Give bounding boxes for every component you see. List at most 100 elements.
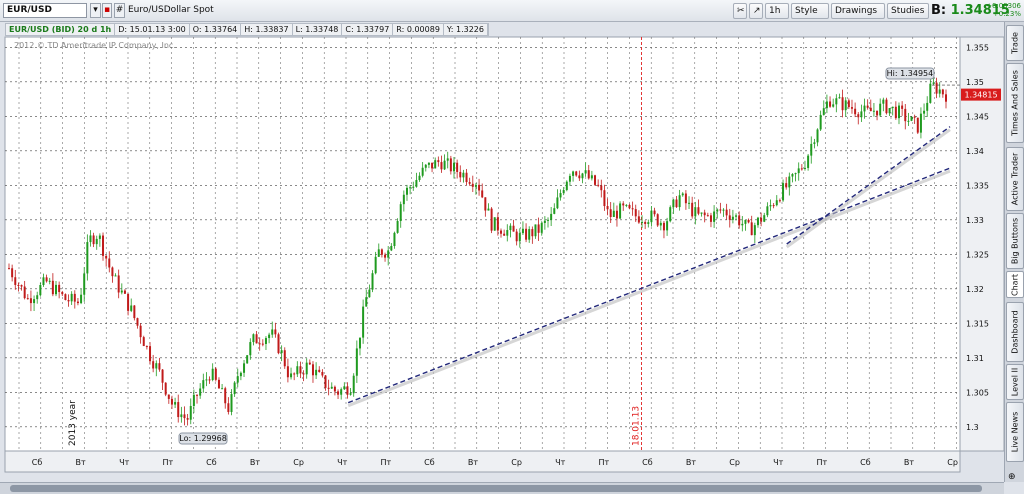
candle-body xyxy=(722,209,725,211)
studies-button[interactable]: Studies xyxy=(887,3,929,19)
drawings-button[interactable]: Drawings xyxy=(831,3,885,19)
candle-body xyxy=(402,194,405,205)
candle-body xyxy=(766,206,769,216)
candle-body xyxy=(543,220,546,223)
candle-body xyxy=(239,372,242,377)
candle-body xyxy=(719,209,722,211)
side-tab-live-news[interactable]: Live News xyxy=(1006,402,1024,462)
price-chart[interactable]: 1.3551.351.3451.341.3351.331.3251.321.31… xyxy=(0,22,1004,482)
y-tick-label: 1.31 xyxy=(966,354,984,363)
candle-body xyxy=(230,394,233,412)
side-tab-trade[interactable]: Trade xyxy=(1006,25,1024,61)
grid-icon[interactable]: # xyxy=(114,3,125,18)
candle-body xyxy=(318,369,321,372)
candle-body xyxy=(174,402,177,405)
interval-button[interactable]: 1h xyxy=(765,3,789,19)
side-tab-level-ii[interactable]: Level II xyxy=(1006,364,1024,400)
x-tick-label: Вт xyxy=(468,458,478,467)
candle-body xyxy=(813,142,816,144)
candle-body xyxy=(89,235,92,243)
candle-body xyxy=(666,221,669,231)
candle-body xyxy=(891,106,894,109)
candle-body xyxy=(537,224,540,233)
candle-body xyxy=(609,209,612,217)
x-tick-label: Сб xyxy=(642,458,653,467)
candle-body xyxy=(572,171,575,176)
candle-body xyxy=(493,217,496,231)
candle-body xyxy=(221,388,224,390)
side-tab-times-and-sales[interactable]: Times And Sales xyxy=(1006,63,1024,143)
candle-body xyxy=(735,215,738,217)
candle-body xyxy=(662,222,665,231)
candle-body xyxy=(606,206,609,210)
x-tick-label: Вт xyxy=(250,458,260,467)
x-tick-label: Вт xyxy=(686,458,696,467)
candle-body xyxy=(127,293,130,311)
candle-body xyxy=(61,292,64,295)
candle-body xyxy=(167,394,170,399)
candle-body xyxy=(161,369,164,383)
candle-body xyxy=(822,108,825,115)
candle-body xyxy=(73,293,76,302)
candle-body xyxy=(86,242,89,274)
x-tick-label: Пт xyxy=(816,458,827,467)
candle-body xyxy=(440,162,443,170)
candle-body xyxy=(838,97,841,99)
side-tab-active-trader[interactable]: Active Trader xyxy=(1006,147,1024,211)
candle-body xyxy=(778,200,781,202)
link-icon[interactable]: ▪ xyxy=(102,3,112,18)
candle-body xyxy=(92,235,95,245)
draw-tool-icon[interactable]: ✂ xyxy=(733,3,747,19)
candle-body xyxy=(202,380,205,389)
symbol-input[interactable]: EUR/USD xyxy=(3,3,87,18)
candle-body xyxy=(756,217,759,226)
style-button[interactable]: Style xyxy=(791,3,829,19)
candle-body xyxy=(155,363,158,369)
candle-body xyxy=(869,107,872,112)
candle-body xyxy=(907,120,910,122)
candle-body xyxy=(409,187,412,189)
candle-body xyxy=(785,183,788,188)
side-tab-chart[interactable]: Chart xyxy=(1006,271,1024,298)
candle-body xyxy=(713,211,716,222)
candle-body xyxy=(217,379,220,389)
candle-body xyxy=(697,207,700,214)
zoom-icon[interactable]: ⊕ xyxy=(1008,472,1016,482)
candle-body xyxy=(387,250,390,258)
candle-body xyxy=(393,232,396,246)
candle-body xyxy=(675,199,678,208)
candle-body xyxy=(684,193,687,204)
cursor-icon[interactable]: ↗ xyxy=(749,3,763,19)
candle-body xyxy=(691,202,694,217)
dropdown-icon[interactable]: ▾ xyxy=(90,3,101,18)
candle-body xyxy=(797,168,800,174)
y-tick-label: 1.355 xyxy=(966,43,989,52)
candle-body xyxy=(490,208,493,231)
candle-body xyxy=(631,208,634,210)
candle-body xyxy=(33,299,36,304)
side-tab-big-buttons[interactable]: Big Buttons xyxy=(1006,213,1024,269)
candle-body xyxy=(249,342,252,356)
candle-body xyxy=(196,394,199,396)
scrollbar-thumb[interactable] xyxy=(10,485,982,492)
candle-body xyxy=(205,379,208,381)
candle-body xyxy=(850,107,853,109)
style-label: Style xyxy=(795,6,818,16)
side-tab-label: Active Trader xyxy=(1010,152,1020,206)
drawings-label: Drawings xyxy=(835,6,878,16)
candle-body xyxy=(816,129,819,143)
candle-body xyxy=(926,102,929,111)
candle-body xyxy=(688,202,691,204)
candle-body xyxy=(584,170,587,174)
candle-body xyxy=(95,238,98,245)
candle-body xyxy=(540,222,543,233)
candle-body xyxy=(932,82,935,84)
candle-body xyxy=(641,221,644,223)
candle-body xyxy=(578,175,581,179)
horizontal-scrollbar[interactable] xyxy=(0,482,1004,494)
candle-body xyxy=(340,389,343,395)
info-open: O: 1.33764 xyxy=(190,24,242,35)
candle-body xyxy=(587,170,590,179)
side-tab-dashboard[interactable]: Dashboard xyxy=(1006,302,1024,362)
candle-body xyxy=(405,187,408,195)
